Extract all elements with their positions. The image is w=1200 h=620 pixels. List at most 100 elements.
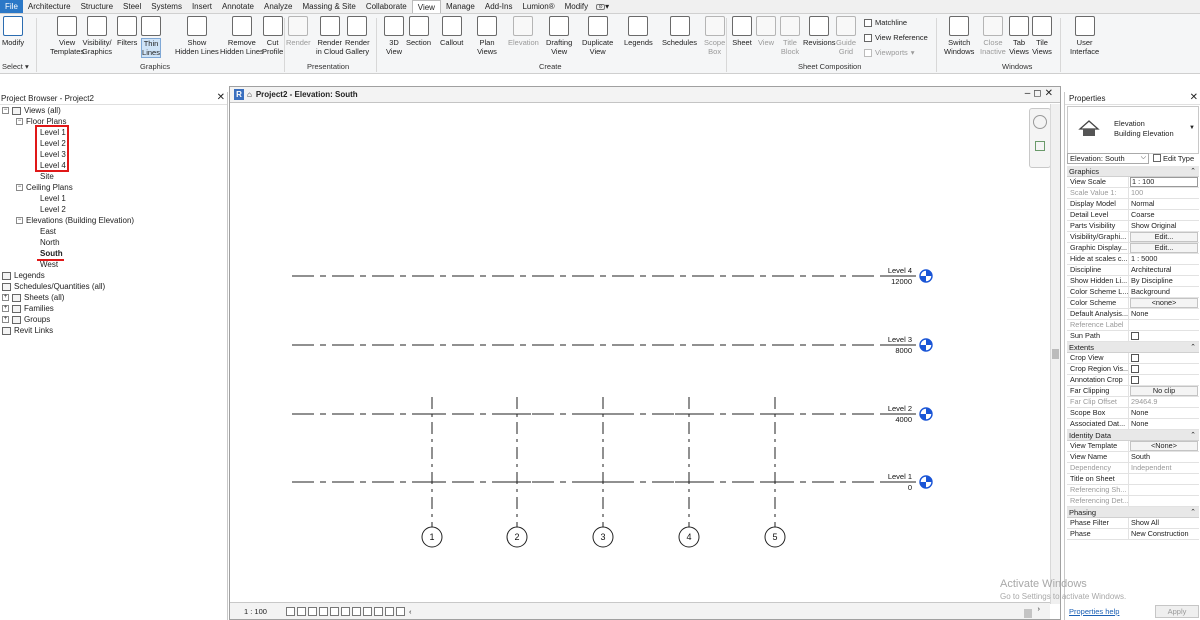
- filters-button[interactable]: Filters: [117, 16, 137, 47]
- tree-elevation-east[interactable]: East: [40, 226, 56, 237]
- tree-ceiling-plans[interactable]: − Ceiling Plans: [16, 182, 73, 193]
- property-row-crop-view[interactable]: Crop View: [1067, 353, 1199, 364]
- property-row-phase-filter[interactable]: Phase Filter Show All: [1067, 518, 1199, 529]
- callout-button[interactable]: Callout: [440, 16, 463, 47]
- tab-massing-site[interactable]: Massing & Site: [297, 0, 360, 13]
- tab-architecture[interactable]: Architecture: [23, 0, 76, 13]
- property-value[interactable]: <None>: [1130, 441, 1198, 451]
- tab-add-ins[interactable]: Add-Ins: [480, 0, 518, 13]
- visual-style-icon[interactable]: [297, 606, 306, 616]
- property-checkbox[interactable]: [1129, 331, 1199, 341]
- render-gallery-button[interactable]: Render Gallery: [345, 16, 370, 56]
- property-row-far-clip-offset[interactable]: Far Clip Offset 29464.9: [1067, 397, 1199, 408]
- tree-floor-plan-site[interactable]: Site: [40, 171, 54, 182]
- checkbox-icon[interactable]: [1131, 365, 1139, 373]
- highlight-displacement-icon[interactable]: [396, 606, 405, 616]
- switch-windows-button[interactable]: Switch Windows: [944, 16, 974, 56]
- property-row-dependency[interactable]: Dependency Independent: [1067, 463, 1199, 474]
- elevation-canvas[interactable]: Level 4 12000 Level 3 8000 Level 2 4000 Level …: [230, 104, 1050, 602]
- property-row-sun-path[interactable]: Sun Path: [1067, 331, 1199, 342]
- 3d-view-button[interactable]: 3D View: [384, 16, 404, 56]
- apply-button[interactable]: Apply: [1155, 605, 1199, 618]
- view-scale[interactable]: 1 : 100: [244, 607, 284, 616]
- tree-elevations[interactable]: − Elevations (Building Elevation): [16, 215, 134, 226]
- section-button[interactable]: Section: [406, 16, 431, 47]
- close-icon[interactable]: ✕: [217, 92, 225, 104]
- level-name[interactable]: Level 1: [888, 472, 912, 481]
- crop-view-icon[interactable]: [341, 606, 350, 616]
- property-row-parts-visibility[interactable]: Parts Visibility Show Original: [1067, 221, 1199, 232]
- navigation-bar[interactable]: [1029, 108, 1051, 168]
- tab-annotate[interactable]: Annotate: [217, 0, 259, 13]
- property-value[interactable]: <none>: [1130, 298, 1198, 308]
- tile-views-button[interactable]: Tile Views: [1032, 16, 1052, 56]
- remove-hidden-lines-button[interactable]: Remove Hidden Lines: [220, 16, 264, 56]
- section-identity-data[interactable]: Identity Data: [1067, 430, 1199, 441]
- collapse-icon[interactable]: −: [2, 107, 9, 114]
- modify-button[interactable]: Modify: [2, 16, 24, 47]
- legends-button[interactable]: Legends: [624, 16, 653, 47]
- property-row-graphic-display[interactable]: Graphic Display... Edit...: [1067, 243, 1199, 254]
- tab-steel[interactable]: Steel: [118, 0, 146, 13]
- detail-level-icon[interactable]: [286, 606, 295, 616]
- user-interface-button[interactable]: User Interface: [1070, 16, 1099, 56]
- property-checkbox[interactable]: [1129, 364, 1199, 374]
- zoom-icon[interactable]: [1035, 141, 1045, 151]
- panel-select[interactable]: Select ▾: [2, 62, 29, 71]
- property-row-detail-level[interactable]: Detail Level Coarse: [1067, 210, 1199, 221]
- shadows-icon[interactable]: [319, 606, 328, 616]
- tree-revit-links[interactable]: Revit Links: [2, 325, 53, 336]
- property-row-referencing-sh[interactable]: Referencing Sh...: [1067, 485, 1199, 496]
- tree-sheets-all[interactable]: + Sheets (all): [2, 292, 64, 303]
- steering-wheel-icon[interactable]: [1033, 115, 1047, 129]
- tab-analyze[interactable]: Analyze: [259, 0, 297, 13]
- expand-icon[interactable]: +: [2, 316, 9, 323]
- section-graphics[interactable]: Graphics: [1067, 166, 1199, 177]
- show-crop-icon[interactable]: [352, 606, 361, 616]
- property-checkbox[interactable]: [1129, 375, 1199, 385]
- checkbox-icon[interactable]: [1131, 376, 1139, 384]
- tab-manage[interactable]: Manage: [441, 0, 480, 13]
- drafting-view-button[interactable]: Drafting View: [546, 16, 572, 56]
- section-phasing[interactable]: Phasing: [1067, 507, 1199, 518]
- tab-structure[interactable]: Structure: [76, 0, 118, 13]
- title-block-button[interactable]: Title Block: [780, 16, 800, 56]
- property-row-annotation-crop[interactable]: Annotation Crop: [1067, 375, 1199, 386]
- tab-modify[interactable]: Modify: [560, 0, 594, 13]
- property-value[interactable]: No clip: [1130, 386, 1198, 396]
- property-value[interactable]: Edit...: [1130, 232, 1198, 242]
- property-row-phase[interactable]: Phase New Construction: [1067, 529, 1199, 540]
- show-hidden-lines-button[interactable]: Show Hidden Lines: [175, 16, 219, 56]
- cut-profile-button[interactable]: Cut Profile: [262, 16, 283, 56]
- elevation-button[interactable]: Elevation: [508, 16, 539, 47]
- matchline-button[interactable]: Matchline: [864, 18, 907, 27]
- property-row-discipline[interactable]: Discipline Architectural: [1067, 265, 1199, 276]
- property-row-view-scale[interactable]: View Scale 1 : 100: [1067, 177, 1199, 188]
- property-row-far-clipping[interactable]: Far Clipping No clip: [1067, 386, 1199, 397]
- chevron-right-icon[interactable]: ›: [1038, 604, 1041, 613]
- view-button[interactable]: View: [756, 16, 776, 47]
- tab-view[interactable]: View: [411, 0, 441, 13]
- window-controls[interactable]: –◻✕: [1025, 88, 1056, 99]
- checkbox-icon[interactable]: [1131, 354, 1139, 362]
- property-row-view-template[interactable]: View Template <None>: [1067, 441, 1199, 452]
- horizontal-scrollbar[interactable]: ›: [520, 604, 1041, 618]
- type-selector[interactable]: Elevation Building Elevation ▼: [1067, 106, 1199, 154]
- property-checkbox[interactable]: [1129, 353, 1199, 363]
- level-name[interactable]: Level 2: [888, 404, 912, 413]
- sheet-button[interactable]: Sheet: [732, 16, 752, 47]
- tree-groups[interactable]: + Groups: [2, 314, 50, 325]
- plan-views-button[interactable]: Plan Views: [477, 16, 497, 56]
- duplicate-view-button[interactable]: Duplicate View: [582, 16, 613, 56]
- tree-views-all[interactable]: − Views (all): [2, 105, 61, 116]
- tree-elevation-south[interactable]: South: [40, 248, 63, 259]
- level-name[interactable]: Level 3: [888, 335, 912, 344]
- tab-insert[interactable]: Insert: [187, 0, 217, 13]
- close-inactive-button[interactable]: Close Inactive: [980, 16, 1006, 56]
- tab-systems[interactable]: Systems: [146, 0, 187, 13]
- chevron-left-icon[interactable]: ‹: [409, 607, 412, 616]
- quick-access-dropdown[interactable]: ⊙ ▾: [593, 0, 612, 13]
- vertical-scrollbar[interactable]: [1050, 104, 1060, 604]
- collapse-icon[interactable]: −: [16, 217, 23, 224]
- property-row-color-scheme-l[interactable]: Color Scheme L... Background: [1067, 287, 1199, 298]
